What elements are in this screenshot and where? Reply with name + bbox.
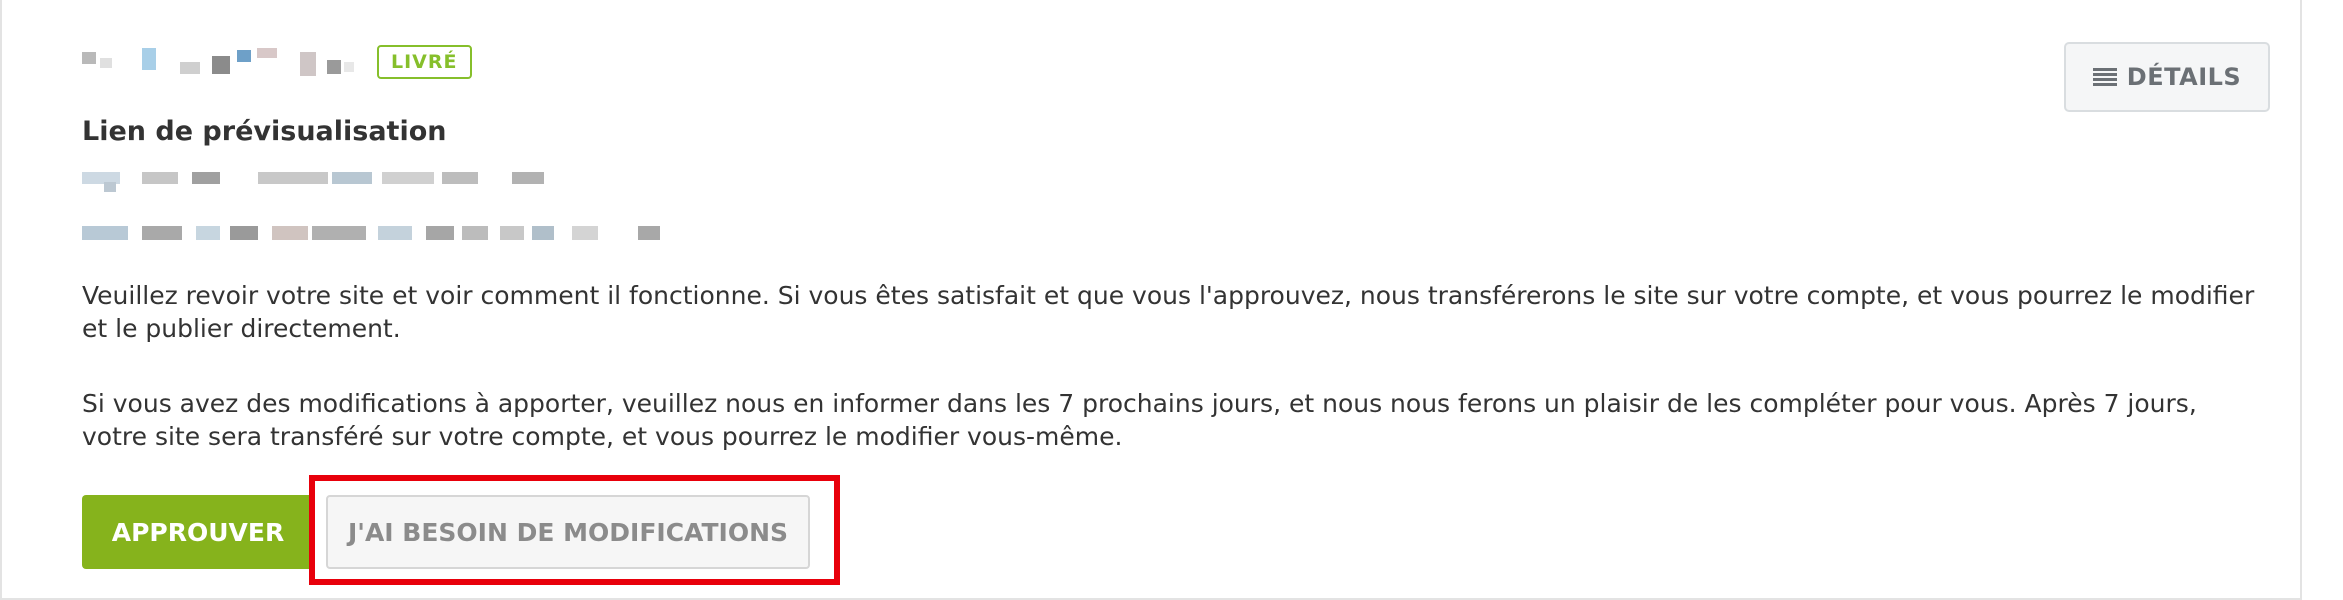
redacted-site-name (82, 44, 367, 80)
request-modifications-button[interactable]: J'AI BESOIN DE MODIFICATIONS (326, 495, 810, 569)
redacted-preview-link[interactable] (82, 168, 552, 192)
modification-instructions-text: Si vous avez des modifications à apporte… (82, 389, 2197, 451)
details-button-label: DÉTAILS (2126, 63, 2242, 91)
order-card: LIVRÉ DÉTAILS Lien de prévisualisation V… (0, 0, 2302, 600)
approve-button[interactable]: APPROUVER (82, 495, 314, 569)
review-instructions-text: Veuillez revoir votre site et voir comme… (82, 281, 2255, 343)
redacted-preview-credentials (82, 222, 682, 246)
status-badge: LIVRÉ (377, 45, 472, 79)
details-button[interactable]: DÉTAILS (2064, 42, 2270, 112)
order-header: LIVRÉ (82, 44, 472, 80)
list-icon (2092, 68, 2117, 86)
preview-link-label: Lien de prévisualisation (82, 116, 447, 147)
